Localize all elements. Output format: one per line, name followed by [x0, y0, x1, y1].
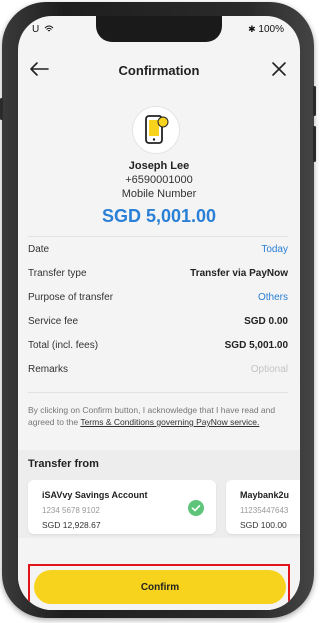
- terms-link[interactable]: Terms & Conditions governing PayNow serv…: [80, 417, 259, 427]
- header: Confirmation: [18, 50, 300, 90]
- disclaimer-text: By clicking on Confirm button, I acknowl…: [28, 404, 288, 428]
- transfer-from-title: Transfer from: [28, 458, 99, 470]
- detail-label: Remarks: [28, 364, 69, 375]
- details-list: Date Today Transfer type Transfer via Pa…: [28, 240, 288, 384]
- detail-label: Date: [28, 244, 50, 255]
- divider: [28, 236, 288, 237]
- wifi-icon: [44, 25, 54, 32]
- close-icon[interactable]: [270, 60, 288, 78]
- detail-row-total: Total (incl. fees) SGD 5,001.00: [28, 336, 288, 360]
- total-value: SGD 5,001.00: [224, 340, 288, 351]
- carrier-text: U: [32, 24, 40, 35]
- side-button: [313, 86, 316, 116]
- detail-label: Purpose of transfer: [28, 292, 114, 303]
- account-balance: SGD 100.00: [240, 520, 287, 530]
- transfer-from-section: Transfer from iSAVvy Savings Account 123…: [18, 450, 300, 538]
- side-button: [313, 126, 316, 162]
- detail-label: Service fee: [28, 316, 79, 327]
- account-card[interactable]: Maybank2u 11235447643 SGD 100.00: [226, 480, 300, 534]
- account-number: 11235447643: [240, 506, 289, 515]
- notch: [96, 16, 222, 42]
- recipient-phone: +6590001000: [125, 174, 193, 186]
- remarks-input[interactable]: Optional: [251, 364, 288, 375]
- transfer-amount: SGD 5,001.00: [101, 206, 217, 226]
- purpose-value[interactable]: Others: [258, 292, 288, 303]
- battery-text: 100%: [258, 24, 284, 35]
- account-name: iSAVvy Savings Account: [42, 490, 148, 500]
- detail-row-purpose[interactable]: Purpose of transfer Others: [28, 288, 288, 312]
- detail-label: Transfer type: [28, 268, 87, 279]
- detail-row-date[interactable]: Date Today: [28, 240, 288, 264]
- detail-row-transfer-type: Transfer type Transfer via PayNow: [28, 264, 288, 288]
- detail-label: Total (incl. fees): [28, 340, 99, 351]
- account-card-selected[interactable]: iSAVvy Savings Account 1234 5678 9102 SG…: [28, 480, 216, 534]
- screen: U ✱ 100% Confirmation Joseph Lee +659000…: [18, 16, 300, 610]
- status-right: ✱ 100%: [248, 24, 284, 35]
- divider: [28, 392, 288, 393]
- side-button: [0, 98, 3, 120]
- check-icon: [188, 500, 204, 516]
- detail-row-remarks[interactable]: Remarks Optional: [28, 360, 288, 384]
- confirmation-content: Joseph Lee +6590001000 Mobile Number SGD…: [18, 90, 300, 610]
- account-number: 1234 5678 9102: [42, 506, 100, 515]
- recipient-type: Mobile Number: [121, 188, 197, 200]
- bluetooth-icon: ✱: [248, 24, 256, 34]
- page-title: Confirmation: [118, 63, 200, 78]
- transfer-type-value: Transfer via PayNow: [190, 268, 288, 279]
- footer: Confirm: [18, 558, 300, 610]
- recipient-avatar: [132, 106, 180, 154]
- status-carrier: U: [32, 24, 54, 35]
- account-name: Maybank2u: [240, 490, 290, 500]
- date-value[interactable]: Today: [261, 244, 288, 255]
- service-fee-value: SGD 0.00: [244, 316, 288, 327]
- confirm-button[interactable]: Confirm: [34, 570, 286, 604]
- detail-row-service-fee: Service fee SGD 0.00: [28, 312, 288, 336]
- account-balance: SGD 12,928.67: [42, 520, 101, 530]
- phone-frame: U ✱ 100% Confirmation Joseph Lee +659000…: [0, 2, 316, 618]
- recipient-name: Joseph Lee: [128, 160, 190, 172]
- mobile-phone-icon: [145, 115, 169, 144]
